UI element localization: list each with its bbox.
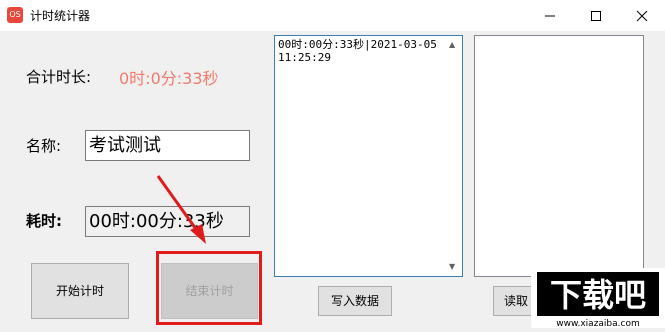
watermark-graphic: 下载吧 www.xiazaiba.com [531, 268, 665, 329]
watermark-logo: 下载吧 www.xiazaiba.com [531, 268, 665, 329]
total-duration-label: 合计时长: [26, 68, 92, 86]
log-entry-line2: 11:25:29 [278, 51, 331, 64]
maximize-button[interactable] [573, 0, 619, 31]
minimize-button[interactable] [527, 0, 573, 31]
svg-text:下载吧: 下载吧 [550, 276, 646, 314]
title-bar: OS 计时统计器 [0, 0, 665, 31]
maximize-icon [591, 11, 601, 21]
elapsed-label: 耗时: [26, 212, 62, 230]
app-icon: OS [7, 7, 23, 23]
data-listbox[interactable] [474, 35, 644, 277]
svg-text:www.xiazaiba.com: www.xiazaiba.com [556, 319, 640, 328]
close-button[interactable] [619, 0, 665, 31]
total-duration-value: 0时:0分:33秒 [119, 69, 219, 88]
scroll-up-icon[interactable]: ▲ [449, 40, 455, 49]
annotation-arrow [156, 175, 206, 244]
minimize-icon [545, 15, 555, 17]
end-timer-button[interactable]: 结束计时 [161, 263, 258, 319]
close-icon [636, 10, 648, 22]
log-entry-line1: 00时:00分:33秒|2021-03-05 [278, 38, 437, 51]
window-title: 计时统计器 [30, 9, 91, 23]
log-listbox[interactable]: 00时:00分:33秒|2021-03-05 11:25:29 ▲ ▼ [274, 35, 463, 277]
name-label: 名称: [26, 137, 62, 155]
name-input[interactable]: 考试测试 [85, 130, 250, 161]
write-data-button[interactable]: 写入数据 [318, 286, 392, 316]
start-timer-button[interactable]: 开始计时 [31, 263, 129, 319]
scroll-down-icon[interactable]: ▼ [449, 262, 455, 271]
